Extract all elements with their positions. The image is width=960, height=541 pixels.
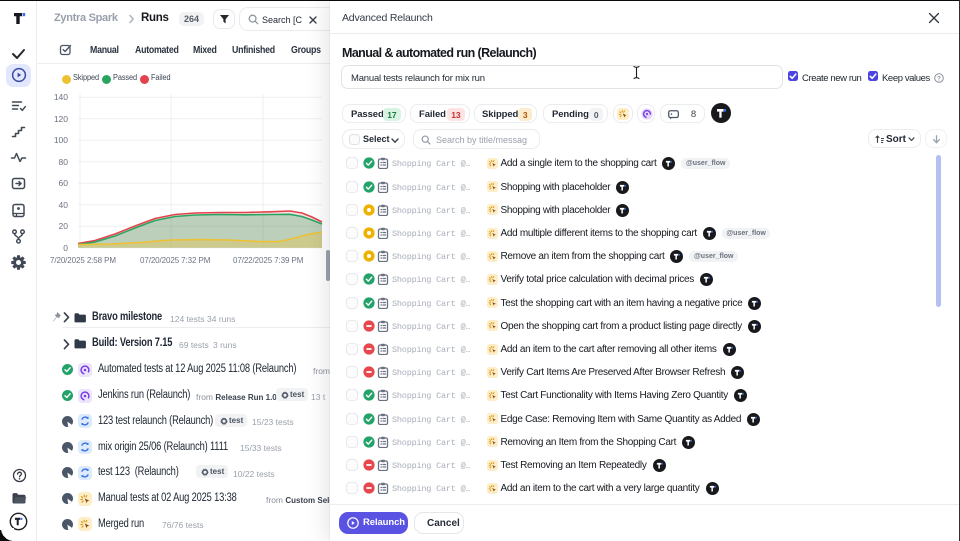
svg-text:?: ?	[937, 75, 941, 82]
